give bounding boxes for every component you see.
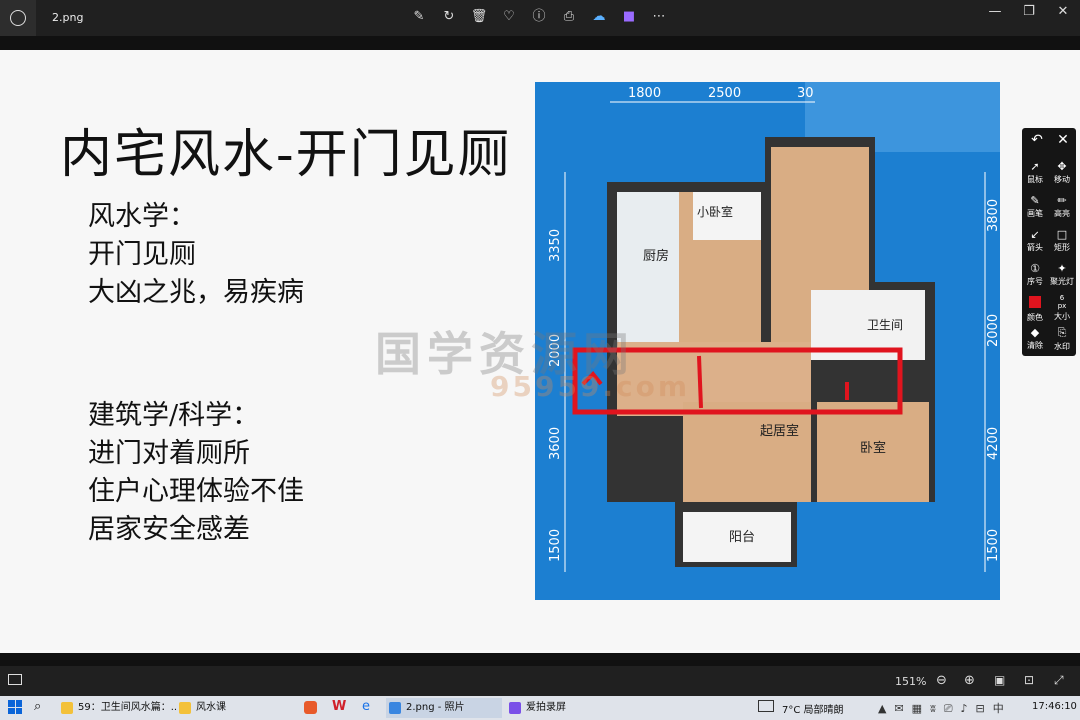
delete-icon[interactable]: 🗑 xyxy=(470,8,488,26)
small-bedroom-label: 小卧室 xyxy=(697,204,733,219)
rotate-icon[interactable]: ↻ xyxy=(440,8,458,26)
dim-left-3: 3600 xyxy=(548,427,563,460)
highlighter-icon[interactable]: ✏ 高亮 xyxy=(1049,194,1075,226)
info-icon[interactable]: ⓘ xyxy=(530,8,548,26)
number-icon[interactable]: ① 序号 xyxy=(1022,262,1048,294)
start-icon[interactable] xyxy=(8,700,22,714)
app-icon-1[interactable] xyxy=(304,701,317,714)
slide-title: 内宅风水-开门见厕 xyxy=(60,125,512,185)
dim-right-2: 2000 xyxy=(986,314,1000,347)
zoom-level: 151% xyxy=(895,675,927,688)
dim-top-2: 2500 xyxy=(708,86,741,101)
dim-right-3: 4200 xyxy=(986,427,1000,460)
photo-toolbar: ✎ ↻ 🗑 ♡ ⓘ ⎙ ☁ ■ ⋯ xyxy=(410,8,668,26)
architecture-block: 建筑学/科学： 进门对着厕所 住户心理体验不佳 居家安全感差 xyxy=(88,397,304,549)
photos-app-icon xyxy=(10,10,26,26)
tray-icons[interactable]: ▲✉▦ʬ⎚♪⊟中 xyxy=(878,700,1012,716)
text-line: 居家安全感差 xyxy=(88,514,250,545)
taskbar-item-photos[interactable]: 2.png - 照片 xyxy=(386,698,502,718)
dim-left-1: 3350 xyxy=(548,229,563,262)
spotlight-icon[interactable]: ✦ 聚光灯 xyxy=(1049,262,1075,294)
dim-top-1: 1800 xyxy=(628,86,661,101)
taskbar-item-folder2[interactable]: 风水课 xyxy=(176,698,286,718)
watermark-url: 95959.com xyxy=(490,370,691,403)
dim-right-4: 1500 xyxy=(986,529,1000,562)
taskbar: ⌕ 59：卫生间风水篇：... 风水课 W e 2.png - 照片 爱拍录屏 … xyxy=(0,696,1080,720)
dim-left-4: 1500 xyxy=(548,529,563,562)
edit-icon[interactable]: ✎ xyxy=(410,8,428,26)
text-line: 开门见厕 xyxy=(88,239,196,270)
weather-text: 7°C 局部晴朗 xyxy=(782,705,844,716)
fengshui-block: 风水学： 开门见厕 大凶之兆，易疾病 xyxy=(88,198,304,312)
file-name: 2.png xyxy=(52,11,84,24)
dim-top-3: 30 xyxy=(797,86,814,101)
wps-icon[interactable]: W xyxy=(332,699,346,714)
zoom-in-icon[interactable]: ⊕ xyxy=(964,673,975,688)
taskbar-item-recorder[interactable]: 爱拍录屏 xyxy=(506,698,616,718)
text-line: 进门对着厕所 xyxy=(88,438,250,469)
taskbar-item-folder1[interactable]: 59：卫生间风水篇：... xyxy=(58,698,176,718)
fit-icon[interactable]: ▣ xyxy=(994,673,1005,687)
eraser-icon[interactable]: ◆ 清除 xyxy=(1022,326,1048,358)
cloud-icon[interactable]: ☁ xyxy=(590,8,608,26)
undo-icon[interactable]: ↶ xyxy=(1024,132,1050,152)
favorite-icon[interactable]: ♡ xyxy=(500,8,518,26)
watermark-icon[interactable]: ⎘ 水印 xyxy=(1049,326,1075,358)
move-icon[interactable]: ✥ 移动 xyxy=(1049,160,1075,192)
kitchen-label: 厨房 xyxy=(643,248,669,264)
text-line: 住户心理体验不佳 xyxy=(88,476,304,507)
weather-icon[interactable] xyxy=(758,700,774,712)
edge-icon[interactable]: e xyxy=(362,699,370,714)
color-icon[interactable]: 颜色 xyxy=(1022,294,1048,326)
living-label: 起居室 xyxy=(760,423,799,439)
balcony-label: 阳台 xyxy=(729,530,755,545)
viewer-bottom-bar: 151% ⊖ ⊕ ▣ ⊡ ⤢ xyxy=(0,666,1080,696)
image-viewer: 内宅风水-开门见厕 风水学： 开门见厕 大凶之兆，易疾病 建筑学/科学： 进门对… xyxy=(0,36,1080,666)
clock: 17:46:10 xyxy=(1032,701,1077,712)
text-line: 大凶之兆，易疾病 xyxy=(88,277,304,308)
slide-image: 内宅风水-开门见厕 风水学： 开门见厕 大凶之兆，易疾病 建筑学/科学： 进门对… xyxy=(0,50,1080,653)
toilet-label: 卫生间 xyxy=(867,318,903,332)
size-icon[interactable]: 6 px 大小 xyxy=(1049,294,1075,326)
close-icon[interactable]: ✕ xyxy=(1050,132,1076,152)
text-line: 建筑学/科学： xyxy=(88,400,260,431)
bedroom-label: 卧室 xyxy=(860,440,886,456)
dim-right-1: 3800 xyxy=(986,199,1000,232)
window-controls: — ❐ ✕ xyxy=(978,0,1080,26)
living-room xyxy=(683,402,811,502)
zoom-out-icon[interactable]: ⊖ xyxy=(936,673,947,688)
pen-icon[interactable]: ✎ 画笔 xyxy=(1022,194,1048,226)
fullscreen-icon[interactable]: ⤢ xyxy=(1054,673,1064,688)
minimize-button[interactable]: — xyxy=(978,0,1012,26)
maximize-button[interactable]: ❐ xyxy=(1012,0,1046,26)
text-line: 风水学： xyxy=(88,201,196,232)
arrow-icon[interactable]: ↙ 箭头 xyxy=(1022,228,1048,260)
title-bar: 2.png ✎ ↻ 🗑 ♡ ⓘ ⎙ ☁ ■ ⋯ — ❐ ✕ xyxy=(0,0,1080,36)
search-icon[interactable]: ⌕ xyxy=(34,699,41,714)
annotation-toolbar: ↶ ✕ ➚ 鼠标 ✥ 移动 ✎ 画笔 ✏ 高亮 ↙ 箭头 □ 矩形 ① 序号 ✦ 聚光灯 颜色 … xyxy=(1022,128,1076,356)
rectangle-icon[interactable]: □ 矩形 xyxy=(1049,228,1075,260)
cursor-icon[interactable]: ➚ 鼠标 xyxy=(1022,160,1048,192)
actual-size-icon[interactable]: ⊡ xyxy=(1024,673,1034,687)
clipchamp-icon[interactable]: ■ xyxy=(620,8,638,26)
filmstrip-icon[interactable] xyxy=(8,674,22,685)
print-icon[interactable]: ⎙ xyxy=(560,8,578,26)
more-icon[interactable]: ⋯ xyxy=(650,8,668,26)
close-button[interactable]: ✕ xyxy=(1046,0,1080,26)
